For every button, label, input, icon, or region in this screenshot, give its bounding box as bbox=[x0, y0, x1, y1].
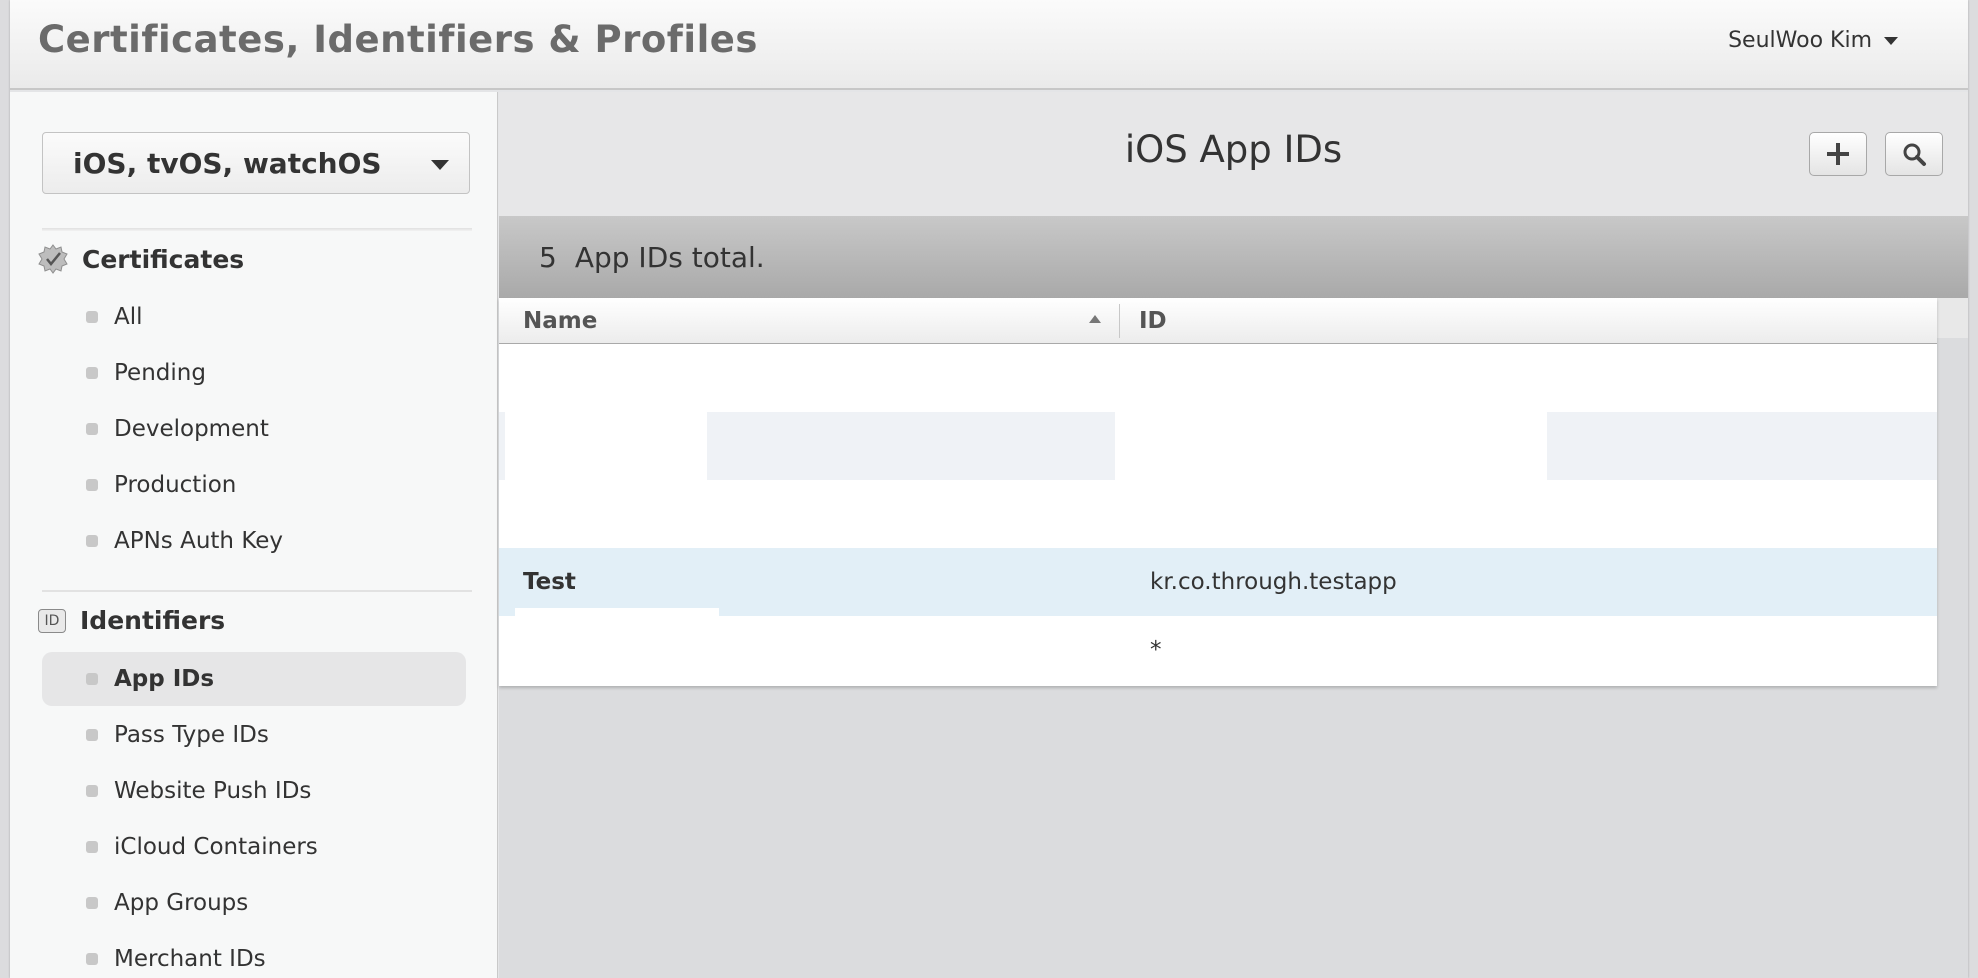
chevron-down-icon bbox=[431, 160, 449, 170]
user-name: SeulWoo Kim bbox=[1728, 28, 1872, 53]
cell-name bbox=[523, 344, 1103, 412]
sidebar-item-icloud-containers[interactable]: iCloud Containers bbox=[42, 820, 466, 874]
app-title: Certificates, Identifiers & Profiles bbox=[38, 18, 758, 61]
bullet-icon bbox=[86, 423, 98, 435]
search-icon bbox=[1903, 143, 1926, 166]
divider bbox=[42, 228, 472, 231]
bullet-icon bbox=[86, 897, 98, 909]
total-count-label: App IDs total. bbox=[574, 240, 765, 274]
main-header: iOS App IDs bbox=[499, 92, 1968, 217]
sidebar-item-label: App Groups bbox=[114, 890, 249, 916]
main-panel: iOS App IDs 5 App IDs total. Name ID Tes… bbox=[499, 92, 1968, 978]
column-divider bbox=[1119, 304, 1120, 338]
platform-select-value: iOS, tvOS, watchOS bbox=[73, 146, 382, 180]
sidebar-item-merchant-ids[interactable]: Merchant IDs bbox=[42, 932, 466, 978]
column-header-name[interactable]: Name bbox=[523, 298, 1083, 343]
sidebar: iOS, tvOS, watchOS Certificates All Pend… bbox=[10, 92, 498, 978]
bullet-icon bbox=[86, 535, 98, 547]
cell-id bbox=[1150, 480, 1910, 548]
column-header-id[interactable]: ID bbox=[1139, 298, 1839, 343]
section-certificates: Certificates bbox=[38, 244, 244, 274]
table-row[interactable] bbox=[499, 412, 1937, 480]
section-heading: Identifiers bbox=[80, 606, 226, 635]
sidebar-item-label: Pending bbox=[114, 360, 206, 386]
add-button[interactable] bbox=[1809, 132, 1867, 176]
sidebar-item-production[interactable]: Production bbox=[42, 458, 466, 512]
bullet-icon bbox=[86, 785, 98, 797]
sidebar-item-label: APNs Auth Key bbox=[114, 528, 284, 554]
divider bbox=[42, 590, 472, 592]
id-badge-icon: ID bbox=[38, 608, 66, 633]
bullet-icon bbox=[86, 729, 98, 741]
bullet-icon bbox=[86, 479, 98, 491]
table-header: Name ID bbox=[499, 298, 1937, 344]
sidebar-item-label: Production bbox=[114, 472, 237, 498]
bullet-icon bbox=[86, 311, 98, 323]
table-header-cap bbox=[1937, 298, 1968, 338]
portal-window: Certificates, Identifiers & Profiles Seu… bbox=[10, 0, 1968, 978]
cell-name: Test bbox=[523, 569, 576, 595]
table-row-selected[interactable]: Test kr.co.through.testapp bbox=[499, 548, 1937, 616]
bullet-icon bbox=[86, 367, 98, 379]
cell-id bbox=[1150, 344, 1910, 412]
sidebar-item-website-push-ids[interactable]: Website Push IDs bbox=[42, 764, 466, 818]
sidebar-item-label: Merchant IDs bbox=[114, 946, 266, 972]
section-identifiers: ID Identifiers bbox=[38, 606, 225, 635]
cell-id: kr.co.through.testapp bbox=[1150, 569, 1397, 595]
sidebar-item-label: App IDs bbox=[114, 666, 215, 692]
sidebar-item-label: Pass Type IDs bbox=[114, 722, 269, 748]
sidebar-item-label: Website Push IDs bbox=[114, 778, 312, 804]
search-button[interactable] bbox=[1885, 132, 1943, 176]
total-count: 5 bbox=[539, 240, 557, 274]
redacted-area bbox=[499, 412, 505, 480]
sidebar-item-label: Development bbox=[114, 416, 269, 442]
user-menu[interactable]: SeulWoo Kim bbox=[1728, 28, 1898, 53]
cell-name bbox=[523, 412, 1103, 480]
chevron-down-icon bbox=[1884, 36, 1898, 45]
bullet-icon bbox=[86, 953, 98, 965]
top-header: Certificates, Identifiers & Profiles Seu… bbox=[10, 0, 1968, 90]
sidebar-item-all[interactable]: All bbox=[42, 290, 466, 344]
cell-id bbox=[1150, 412, 1910, 480]
platform-select[interactable]: iOS, tvOS, watchOS bbox=[42, 132, 470, 194]
sidebar-item-pending[interactable]: Pending bbox=[42, 346, 466, 400]
sidebar-item-label: iCloud Containers bbox=[114, 834, 318, 860]
section-heading: Certificates bbox=[82, 244, 245, 274]
sort-ascending-icon bbox=[1089, 315, 1101, 323]
sidebar-item-development[interactable]: Development bbox=[42, 402, 466, 456]
certificate-badge-icon bbox=[38, 244, 68, 274]
plus-icon bbox=[1827, 143, 1849, 165]
cell-id: * bbox=[1150, 637, 1162, 663]
bullet-icon bbox=[86, 841, 98, 853]
table-row[interactable]: * bbox=[499, 616, 1937, 684]
bullet-icon bbox=[86, 673, 98, 685]
cell-name bbox=[523, 480, 1103, 548]
sidebar-item-pass-type-ids[interactable]: Pass Type IDs bbox=[42, 708, 466, 762]
cell-name bbox=[523, 616, 1103, 684]
total-count-bar: 5 App IDs total. bbox=[499, 216, 1968, 298]
page-title: iOS App IDs bbox=[1124, 128, 1343, 171]
table-row[interactable] bbox=[499, 480, 1937, 548]
table-row[interactable] bbox=[499, 344, 1937, 412]
app-ids-table: Name ID Test kr.co.through.testapp * bbox=[499, 298, 1937, 686]
sidebar-item-app-ids[interactable]: App IDs bbox=[42, 652, 466, 706]
sidebar-item-label: All bbox=[114, 304, 143, 330]
sidebar-item-apns-auth-key[interactable]: APNs Auth Key bbox=[42, 514, 466, 568]
sidebar-item-app-groups[interactable]: App Groups bbox=[42, 876, 466, 930]
